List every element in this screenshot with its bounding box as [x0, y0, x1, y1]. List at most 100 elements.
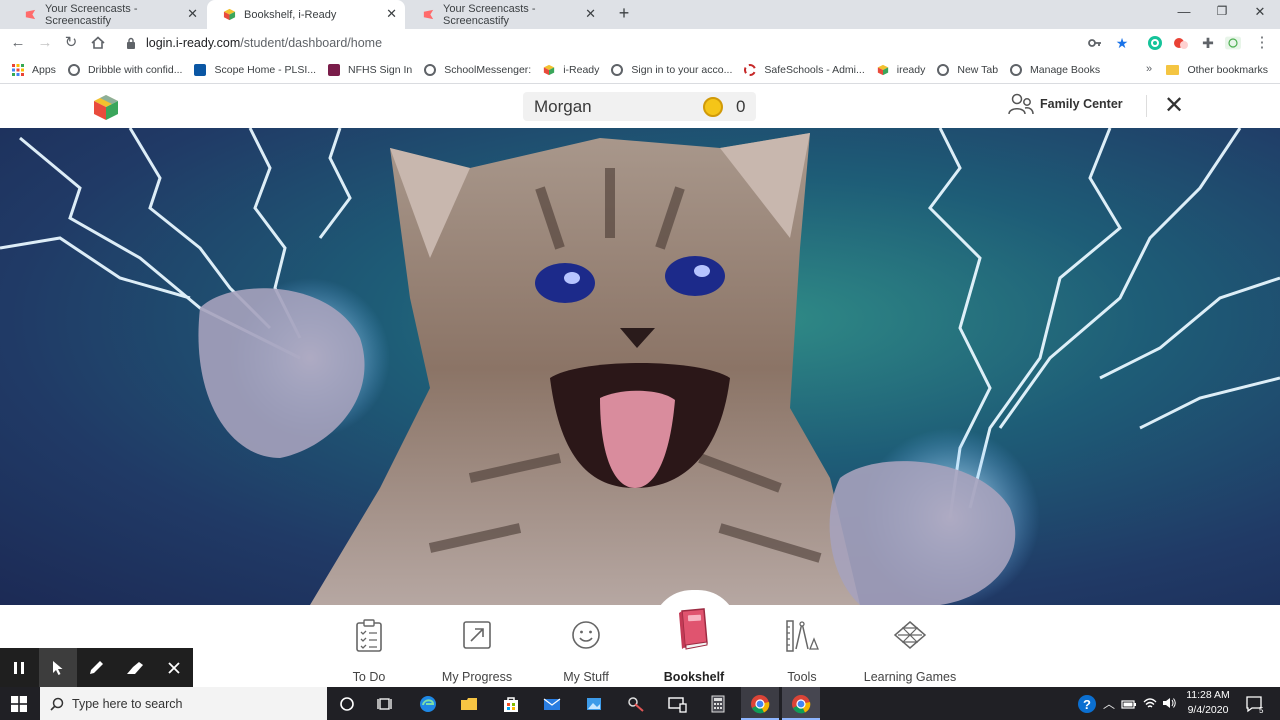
- bookmark-label: iready: [896, 64, 926, 76]
- bookmark-label: SchoolMessenger:: [444, 64, 532, 76]
- extensions-puzzle-icon[interactable]: ✚: [1199, 34, 1217, 52]
- nav-bookshelf[interactable]: Bookshelf: [640, 608, 748, 685]
- tab-title: Bookshelf, i-Ready: [244, 8, 337, 21]
- bookmarks-bar: Apps Dribble with confid... Scope Home -…: [0, 57, 1280, 84]
- eraser-button[interactable]: [116, 648, 155, 687]
- notifications-icon[interactable]: 5: [1244, 694, 1264, 714]
- nav-my-progress[interactable]: My Progress: [423, 615, 531, 685]
- bookmark-i-ready[interactable]: i-Ready: [543, 64, 599, 76]
- other-bookmarks-folder[interactable]: Other bookmarks: [1166, 64, 1268, 76]
- family-center-button[interactable]: Family Center: [1008, 93, 1123, 115]
- bookmark-iready[interactable]: iready: [877, 64, 926, 76]
- bookmark-star-icon[interactable]: ★: [1113, 34, 1131, 52]
- screencastify-extension-icon[interactable]: [1173, 35, 1189, 51]
- bookmark-label: NFHS Sign In: [348, 64, 413, 76]
- tray-chevron-icon[interactable]: ︿: [1103, 695, 1115, 712]
- panel-close-button[interactable]: [154, 648, 193, 687]
- nav-my-stuff[interactable]: My Stuff: [532, 615, 640, 685]
- nav-label: My Progress: [441, 670, 513, 684]
- bookmark-nfhs[interactable]: NFHS Sign In: [328, 64, 412, 76]
- bookmark-label: Apps: [32, 64, 56, 76]
- home-icon[interactable]: [89, 34, 107, 52]
- windows-start-icon[interactable]: [11, 696, 27, 712]
- browser-toolbar: ← → ↻ login.i-ready.com/student/dashboar…: [0, 29, 1280, 57]
- url-path: /student/dashboard/home: [240, 36, 383, 50]
- nav-label: My Stuff: [563, 670, 609, 684]
- back-icon[interactable]: ←: [9, 34, 27, 52]
- minimize-icon[interactable]: —: [1174, 4, 1194, 19]
- tab-close-icon[interactable]: ✕: [386, 7, 397, 21]
- tab-screencasts-1[interactable]: Your Screencasts - Screencastify ✕: [8, 0, 206, 29]
- close-icon[interactable]: ✕: [1164, 94, 1184, 118]
- task-view-icon[interactable]: [376, 694, 396, 714]
- kitten-left-paw: [198, 288, 365, 458]
- connect-device-icon[interactable]: [667, 694, 687, 714]
- store-icon[interactable]: [501, 694, 521, 714]
- mail-icon[interactable]: [542, 694, 562, 714]
- volume-icon[interactable]: [1161, 696, 1177, 710]
- pause-button[interactable]: [0, 648, 39, 687]
- file-explorer-icon[interactable]: [459, 694, 479, 714]
- maximize-icon[interactable]: ❐: [1212, 4, 1232, 18]
- globe-icon: [937, 64, 950, 76]
- wifi-icon[interactable]: [1142, 696, 1158, 710]
- bookmark-label: Sign in to your acco...: [631, 64, 733, 76]
- reload-icon[interactable]: ↻: [62, 34, 80, 52]
- safeschools-icon: [744, 64, 757, 76]
- pen-button[interactable]: [77, 648, 116, 687]
- new-tab-button[interactable]: +: [614, 3, 634, 24]
- nav-label: To Do: [352, 670, 386, 684]
- photos-icon[interactable]: [584, 694, 604, 714]
- taskbar-search-box[interactable]: Type here to search: [40, 687, 327, 720]
- bookmark-apps[interactable]: Apps: [12, 64, 56, 76]
- profile-avatar[interactable]: [1225, 35, 1241, 51]
- notification-count: 5: [1259, 706, 1264, 714]
- snip-sketch-icon[interactable]: [626, 694, 646, 714]
- nav-label: Learning Games: [863, 670, 957, 684]
- battery-icon[interactable]: [1121, 697, 1137, 711]
- edge-browser-icon[interactable]: [418, 694, 438, 714]
- bookmark-scope-home[interactable]: Scope Home - PLSI...: [194, 64, 316, 76]
- chrome-menu-icon[interactable]: ⋮: [1253, 34, 1271, 52]
- bookmark-sign-in[interactable]: Sign in to your acco...: [611, 64, 732, 76]
- more-bookmarks-chevron-icon[interactable]: »: [1146, 63, 1152, 75]
- globe-icon: [611, 64, 624, 76]
- nav-tools[interactable]: Tools: [748, 615, 856, 685]
- bookmark-safeschools[interactable]: SafeSchools - Admi...: [744, 64, 865, 76]
- search-icon: [50, 697, 64, 711]
- iready-logo-icon[interactable]: [92, 93, 120, 121]
- clock-time: 11:28 AM: [1186, 689, 1230, 701]
- windows-taskbar: Type here to search ? ︿ 11:28 AM 9/4/202…: [0, 687, 1280, 720]
- iready-icon: [877, 64, 888, 76]
- iready-icon: [544, 64, 555, 76]
- eraser-icon: [127, 661, 144, 674]
- address-bar[interactable]: login.i-ready.com/student/dashboard/home: [116, 30, 1140, 56]
- window-close-icon[interactable]: ✕: [1250, 4, 1270, 20]
- chrome-icon[interactable]: [791, 694, 811, 714]
- grammarly-icon[interactable]: [1147, 35, 1163, 51]
- tab-bookshelf[interactable]: Bookshelf, i-Ready ✕: [207, 0, 405, 29]
- nav-learning-games[interactable]: Learning Games: [856, 615, 964, 685]
- tab-close-icon[interactable]: ✕: [585, 7, 596, 21]
- cursor-button[interactable]: [38, 648, 78, 687]
- calculator-icon[interactable]: [708, 694, 728, 714]
- bookmark-schoolmessenger[interactable]: SchoolMessenger:: [424, 64, 531, 76]
- taskbar-clock[interactable]: 11:28 AM 9/4/2020: [1182, 688, 1234, 718]
- bookmark-label: Manage Books: [1030, 64, 1101, 76]
- nav-to-do[interactable]: To Do: [315, 615, 423, 685]
- bookmark-dribble[interactable]: Dribble with confid...: [67, 64, 183, 76]
- bookmark-label: Dribble with confid...: [87, 64, 183, 76]
- bookmark-new-tab[interactable]: New Tab: [937, 64, 998, 76]
- tab-title: Your Screencasts - Screencastify: [45, 2, 138, 27]
- help-icon[interactable]: ?: [1077, 694, 1097, 714]
- key-icon[interactable]: [1087, 35, 1103, 51]
- cortana-icon[interactable]: [337, 694, 357, 714]
- tab-screencasts-2[interactable]: Your Screencasts - Screencastify ✕: [406, 0, 604, 29]
- bookmark-manage-books[interactable]: Manage Books: [1010, 64, 1100, 76]
- tab-close-icon[interactable]: ✕: [187, 7, 198, 21]
- chrome-icon[interactable]: [750, 694, 770, 714]
- nav-label: Tools: [787, 670, 817, 684]
- bookmark-label: Scope Home - PLSI...: [214, 64, 317, 76]
- forward-icon[interactable]: →: [36, 34, 54, 52]
- kitten-left-eye: [535, 263, 595, 303]
